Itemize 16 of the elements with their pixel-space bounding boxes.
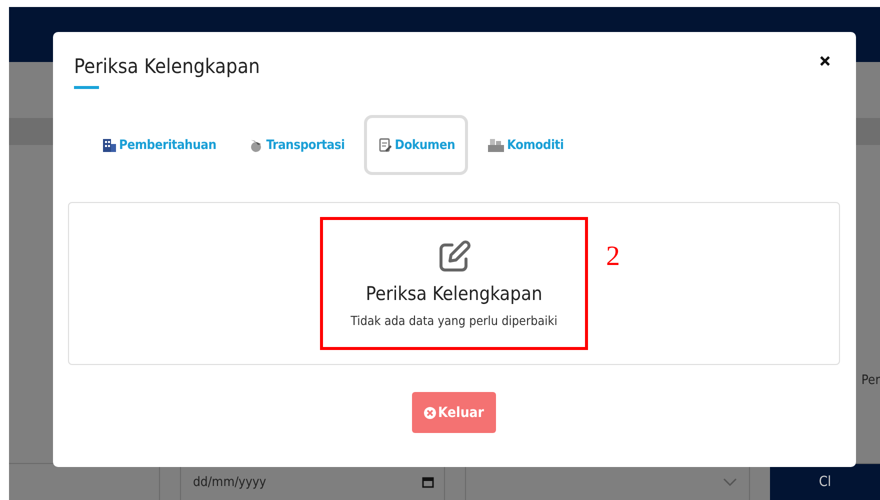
panel-heading: Periksa Kelengkapan <box>366 283 542 305</box>
tab[interactable]: Dokumen <box>364 115 468 175</box>
date-field[interactable]: dd/mm/yyyy <box>191 474 422 490</box>
building-icon <box>101 137 117 153</box>
exit-button[interactable]: Keluar <box>412 392 496 433</box>
document-icon <box>376 137 393 153</box>
annotation-number: 2 <box>606 241 620 273</box>
close-circle-icon <box>424 406 436 418</box>
modal-title: Periksa Kelengkapan <box>74 54 260 78</box>
close-icon <box>820 56 830 66</box>
partial-label: Per <box>861 373 880 388</box>
action-button[interactable]: Cl <box>770 464 880 500</box>
panel-message: Tidak ada data yang perlu diperbaiki <box>350 313 558 328</box>
calendar-icon[interactable] <box>422 476 434 488</box>
boxes-icon <box>486 137 505 153</box>
chevron-down-icon <box>723 478 737 486</box>
